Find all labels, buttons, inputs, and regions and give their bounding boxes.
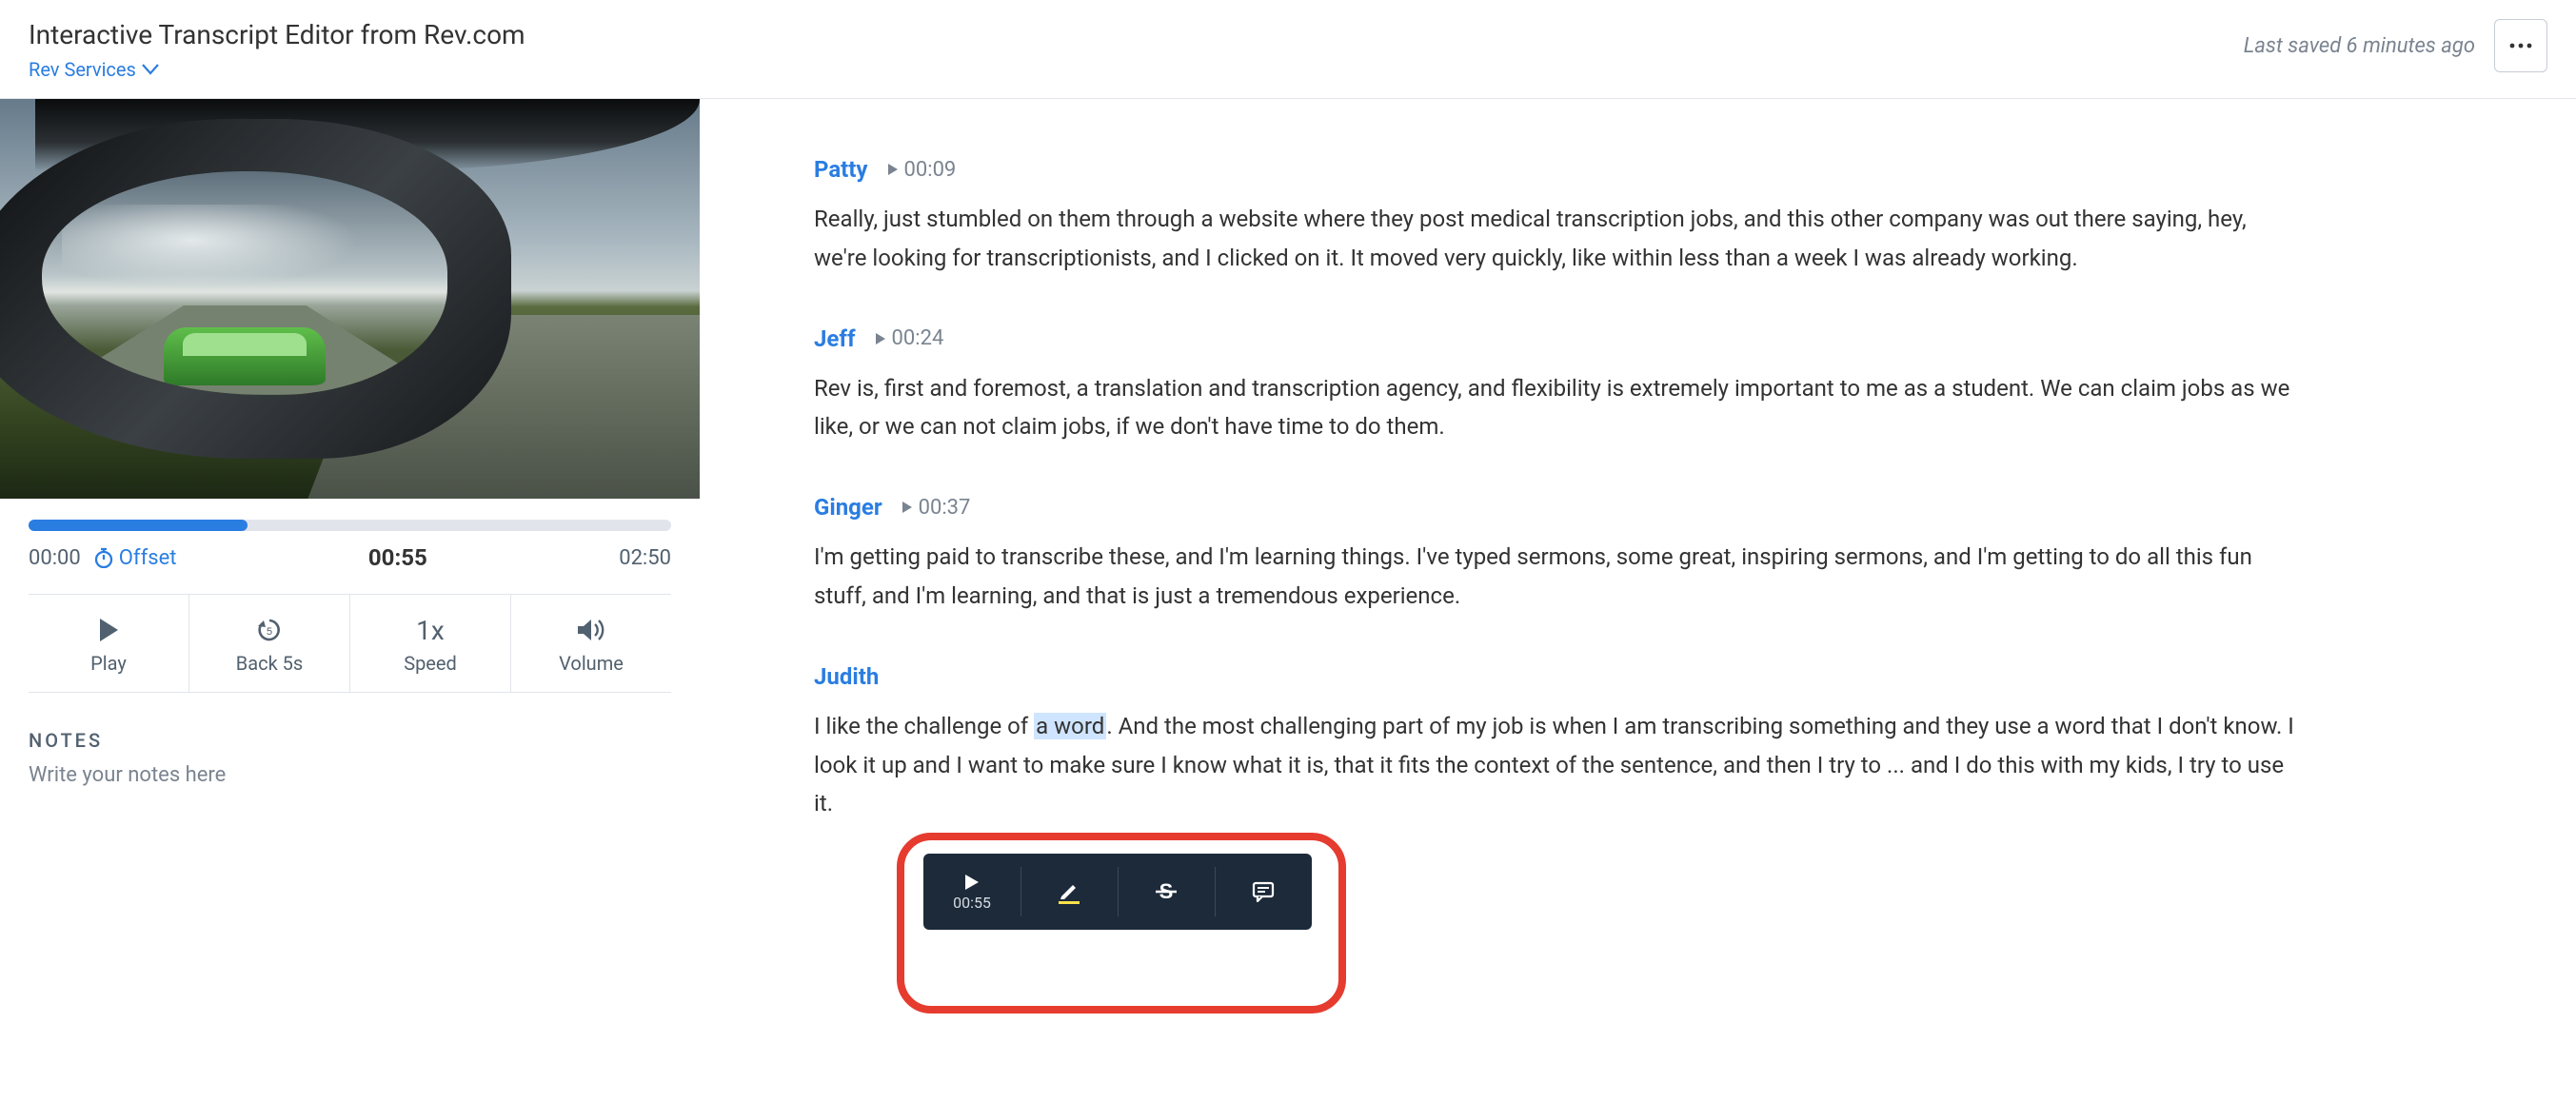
- segment: Jeff 00:24 Rev is, first and foremost, a…: [814, 325, 2299, 447]
- speaker-name[interactable]: Judith: [814, 663, 879, 690]
- segment: Ginger 00:37 I'm getting paid to transcr…: [814, 494, 2299, 616]
- control-buttons: Play 5 Back 5s 1x Speed Volume: [29, 594, 671, 693]
- more-menu-button[interactable]: [2494, 19, 2547, 72]
- notes-input[interactable]: [29, 763, 671, 811]
- volume-label: Volume: [559, 652, 624, 675]
- play-label: Play: [90, 652, 127, 675]
- speed-label: Speed: [404, 652, 457, 675]
- play-small-icon: [887, 163, 899, 176]
- volume-icon: [576, 614, 606, 646]
- speaker-name[interactable]: Patty: [814, 156, 868, 183]
- selected-text[interactable]: a word: [1034, 713, 1106, 739]
- toolbar-strikethrough-button[interactable]: S: [1118, 854, 1215, 930]
- stopwatch-icon: [94, 547, 113, 568]
- play-icon: [97, 614, 120, 646]
- selection-toolbar: 00:55 S: [923, 854, 1312, 930]
- play-button[interactable]: Play: [29, 595, 189, 692]
- progress-bar[interactable]: [29, 520, 671, 531]
- back-5s-button[interactable]: 5 Back 5s: [189, 595, 350, 692]
- speed-value: 1x: [416, 615, 445, 646]
- segment-head: Judith: [814, 663, 2299, 690]
- time-left-group: 00:00 Offset: [29, 546, 176, 570]
- segment-text[interactable]: I'm getting paid to transcribe these, an…: [814, 538, 2299, 616]
- comment-icon: [1252, 881, 1275, 902]
- timestamp-text: 00:24: [892, 326, 944, 350]
- timestamp-text: 00:37: [919, 496, 971, 520]
- notes-heading: NOTES: [29, 729, 671, 752]
- toolbar-play-time: 00:55: [953, 894, 991, 912]
- highlight-icon: [1059, 879, 1080, 904]
- timestamp-text: 00:09: [904, 158, 957, 182]
- time-row: 00:00 Offset 00:55 02:50: [29, 544, 671, 571]
- breadcrumb-label: Rev Services: [29, 58, 136, 81]
- back-label: Back 5s: [236, 652, 303, 675]
- transcript-pane[interactable]: Patty 00:09 Really, just stumbled on the…: [700, 99, 2576, 1102]
- segment-text[interactable]: Really, just stumbled on them through a …: [814, 200, 2299, 278]
- save-status: Last saved 6 minutes ago: [2244, 34, 2475, 58]
- breadcrumb-link[interactable]: Rev Services: [29, 58, 159, 81]
- page-title: Interactive Transcript Editor from Rev.c…: [29, 19, 525, 50]
- segment-text[interactable]: I like the challenge of a word. And the …: [814, 707, 2299, 823]
- sidebar: 00:00 Offset 00:55 02:50 Play: [0, 99, 700, 1102]
- play-small-icon: [902, 501, 913, 514]
- video-preview[interactable]: [0, 99, 700, 499]
- segment-timestamp[interactable]: 00:09: [887, 158, 957, 182]
- time-start: 00:00: [29, 546, 81, 570]
- toolbar-highlight-button[interactable]: [1020, 854, 1118, 930]
- notes-section: NOTES: [0, 702, 700, 841]
- time-end: 02:50: [619, 546, 671, 570]
- segment-timestamp[interactable]: 00:37: [902, 496, 971, 520]
- offset-button[interactable]: Offset: [94, 546, 177, 570]
- segment-text[interactable]: Rev is, first and foremost, a translatio…: [814, 369, 2299, 447]
- segment-timestamp[interactable]: 00:24: [875, 326, 944, 350]
- svg-text:5: 5: [267, 626, 272, 638]
- time-current: 00:55: [368, 544, 427, 571]
- player-controls: 00:00 Offset 00:55 02:50 Play: [0, 499, 700, 702]
- kebab-icon: [2509, 43, 2532, 49]
- segment: Judith I like the challenge of a word. A…: [814, 663, 2299, 823]
- rewind-icon: 5: [254, 614, 285, 646]
- header-right: Last saved 6 minutes ago: [2244, 19, 2547, 72]
- speed-button[interactable]: 1x Speed: [350, 595, 511, 692]
- body: 00:00 Offset 00:55 02:50 Play: [0, 99, 2576, 1102]
- speaker-name[interactable]: Ginger: [814, 494, 882, 521]
- chevron-down-icon: [142, 64, 159, 75]
- volume-button[interactable]: Volume: [511, 595, 671, 692]
- segment-head: Patty 00:09: [814, 156, 2299, 183]
- play-icon: [963, 873, 981, 892]
- header-left: Interactive Transcript Editor from Rev.c…: [29, 19, 525, 81]
- strikethrough-icon: S: [1154, 880, 1179, 903]
- offset-label: Offset: [119, 546, 177, 570]
- toolbar-play-from-button[interactable]: 00:55: [923, 854, 1020, 930]
- toolbar-comment-button[interactable]: [1215, 854, 1312, 930]
- segment-head: Jeff 00:24: [814, 325, 2299, 352]
- progress-fill: [29, 520, 248, 531]
- play-small-icon: [875, 332, 886, 345]
- video-frame-mirror-glass: [42, 171, 447, 395]
- segment-text-pre: I like the challenge of: [814, 713, 1034, 739]
- segment: Patty 00:09 Really, just stumbled on the…: [814, 156, 2299, 278]
- segment-head: Ginger 00:37: [814, 494, 2299, 521]
- speaker-name[interactable]: Jeff: [814, 325, 856, 352]
- header: Interactive Transcript Editor from Rev.c…: [0, 0, 2576, 99]
